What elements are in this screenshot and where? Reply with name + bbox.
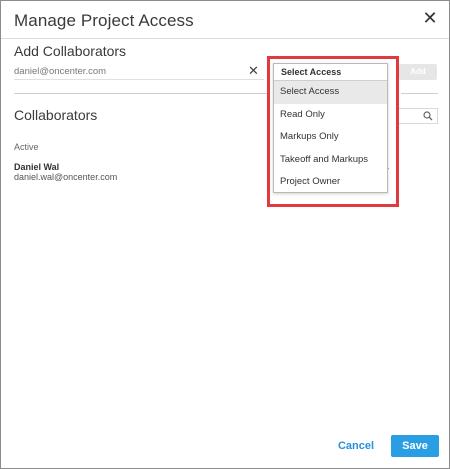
access-option-read-only[interactable]: Read Only — [274, 104, 387, 127]
close-icon[interactable]: ✕ — [422, 9, 438, 27]
email-field[interactable] — [14, 64, 264, 80]
access-select[interactable]: Select Access — [274, 64, 387, 81]
access-option-select-access[interactable]: Select Access — [274, 81, 387, 104]
search-icon[interactable] — [423, 111, 433, 121]
collaborators-title: Collaborators — [14, 107, 98, 123]
dialog-title: Manage Project Access — [14, 11, 194, 30]
access-option-markups-only[interactable]: Markups Only — [274, 126, 387, 149]
collaborator-name: Daniel Wal — [14, 162, 60, 172]
search-input[interactable] — [396, 108, 438, 124]
access-dropdown[interactable]: Select Access Select Access Read Only Ma… — [273, 63, 388, 193]
cancel-button[interactable]: Cancel — [334, 437, 378, 455]
manage-project-access-dialog: Manage Project Access ✕ Add Collaborator… — [0, 0, 450, 469]
dialog-header: Manage Project Access ✕ — [1, 1, 449, 39]
add-button[interactable]: Add — [399, 64, 437, 80]
save-button[interactable]: Save — [391, 435, 439, 457]
access-option-project-owner[interactable]: Project Owner — [274, 171, 387, 194]
divider — [14, 93, 270, 94]
divider — [401, 93, 438, 94]
collaborator-email: daniel.wal@oncenter.com — [14, 172, 118, 182]
clear-icon[interactable]: ✕ — [248, 64, 260, 78]
status-label: Active — [14, 142, 39, 152]
add-collaborators-title: Add Collaborators — [14, 43, 127, 59]
access-option-takeoff-and-markups[interactable]: Takeoff and Markups — [274, 149, 387, 172]
